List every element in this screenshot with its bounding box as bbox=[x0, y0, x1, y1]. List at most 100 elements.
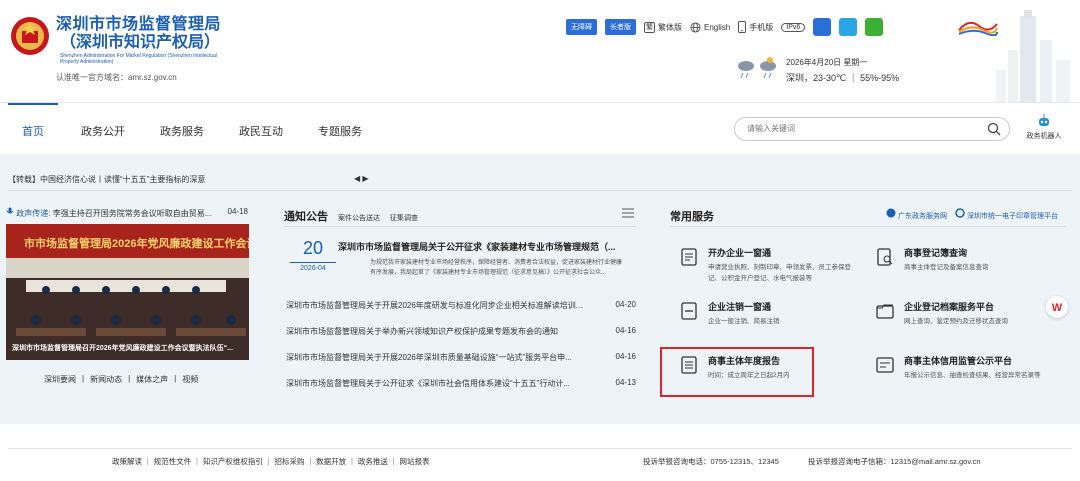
barrier-free-button[interactable]: 无障碍 bbox=[566, 19, 597, 35]
ipv6-badge: IPv6 bbox=[781, 22, 806, 32]
nav-special-services[interactable]: 专题服务 bbox=[318, 123, 362, 139]
service-card-deregistration[interactable]: 企业注销一窗通 企业一般注销、简易注销 bbox=[672, 296, 862, 352]
photo-banner-text: 市市场监督管理局2026年党风廉政建设工作会议 bbox=[24, 238, 249, 250]
traditional-chinese-icon: 繁 bbox=[644, 21, 655, 33]
service-card-archive-platform[interactable]: 企业登记档案服务平台 网上查询、鉴定预约及迁移状态查询 bbox=[868, 296, 1058, 352]
tab-separator: | bbox=[174, 374, 177, 383]
wechat-icon[interactable] bbox=[865, 18, 884, 36]
gov-robot-button[interactable]: 政务机器人 bbox=[1024, 113, 1064, 141]
notice-header: 通知公告 案件公告送达 征集调查 bbox=[284, 208, 418, 224]
nav-home[interactable]: 首页 bbox=[22, 123, 44, 139]
search-box bbox=[734, 117, 1010, 141]
list-item-title: 深圳市市场监督管理局关于公开征求《深圳市社会信用体系建设“十五五”行动计... bbox=[286, 379, 570, 388]
site-subtitle[interactable]: （深圳市知识产权局） bbox=[60, 34, 220, 52]
gov-voice-label: 政声传递: bbox=[16, 209, 51, 218]
list-item-title: 深圳市市场监督管理局关于开展2026年度研发与标准化同步企业相关标准解读培训..… bbox=[286, 301, 583, 310]
elder-version-button[interactable]: 长者版 bbox=[605, 19, 636, 35]
news-photo[interactable]: 市市场监督管理局2026年党风廉政建设工作会议 深圳市市场监督管理局召开2026… bbox=[6, 224, 249, 360]
gd-gov-icon bbox=[886, 208, 896, 218]
gd-gov-service-link[interactable]: 广东政务服务网 bbox=[886, 208, 947, 221]
deregister-icon bbox=[681, 302, 697, 320]
list-item-date: 04-20 bbox=[615, 300, 636, 309]
footer-phone: 投诉举报咨询电话：0755-12315、12345 bbox=[643, 457, 779, 466]
tab-media-voice[interactable]: 媒体之声 bbox=[136, 374, 168, 385]
service-card-open-business[interactable]: 开办企业一窗通 申请营业执照、刻制印章、申领发票、员工参保登记、公积金开户登记、… bbox=[672, 242, 862, 298]
document-icon bbox=[681, 248, 697, 266]
footer-mail[interactable]: 投诉举报咨询电子信箱：12315@mail.amr.sz.gov.cn bbox=[808, 456, 981, 467]
tab-shenzhen-news[interactable]: 深圳要闻 bbox=[44, 374, 76, 385]
service-desc: 申请营业执照、刻制印章、申领发票、员工参保登记、公积金开户登记、水电气报装等 bbox=[708, 264, 851, 282]
sz-app-icon[interactable] bbox=[839, 18, 858, 36]
skyline-icon bbox=[996, 10, 1070, 102]
traditional-link[interactable]: 繁 繁体版 bbox=[644, 21, 682, 33]
divider bbox=[670, 226, 1066, 227]
notice-title[interactable]: 通知公告 bbox=[284, 208, 328, 224]
ticker-arrows[interactable]: ◀ ▶ bbox=[354, 174, 369, 183]
highlight-annotation bbox=[660, 347, 814, 397]
feature-notice-title[interactable]: 深圳市市场监督管理局关于公开征求《家装建材专业市场管理规范（... bbox=[338, 240, 628, 253]
service-name: 商事主体信用监管公示平台 bbox=[904, 356, 1013, 366]
nav-gov-services[interactable]: 政务服务 bbox=[160, 123, 204, 139]
service-name: 企业注销一窗通 bbox=[708, 302, 772, 312]
gov-app-icon[interactable] bbox=[813, 18, 832, 36]
tab-video[interactable]: 视频 bbox=[182, 374, 198, 385]
list-item[interactable]: 深圳市市场监督管理局关于举办新兴领域知识产权保护成果专题发布会的通知 04-16 bbox=[286, 326, 636, 352]
service-desc: 年报公示信息、抽查检查结果、经营异常名录等 bbox=[904, 372, 1041, 379]
list-item-date: 04-16 bbox=[615, 352, 636, 361]
mobile-link[interactable]: 手机版 bbox=[738, 21, 773, 33]
divider bbox=[8, 190, 1072, 191]
w-logo-icon: W bbox=[1052, 302, 1063, 314]
search-input[interactable] bbox=[747, 124, 977, 133]
service-desc: 网上查询、鉴定预约及迁移状态查询 bbox=[904, 318, 1008, 325]
gd-gov-service-label: 广东政务服务网 bbox=[898, 213, 948, 220]
traditional-label: 繁体版 bbox=[658, 22, 682, 32]
e-seal-platform-link[interactable]: 深圳市统一电子印章管理平台 bbox=[955, 208, 1058, 221]
e-seal-icon bbox=[955, 208, 965, 218]
floating-action-button[interactable]: W bbox=[1046, 296, 1068, 318]
credit-icon bbox=[876, 357, 894, 373]
gov-voice-item[interactable]: 政声传递: 李强主持召开国务院常务会议听取自由贸易... 04-18 bbox=[6, 207, 250, 219]
list-item-date: 04-16 bbox=[615, 326, 636, 335]
divider bbox=[284, 226, 636, 227]
tab-news-updates[interactable]: 新闻动态 bbox=[90, 374, 122, 385]
list-item[interactable]: 深圳市市场监督管理局关于开展2026年深圳市质量基础设施“一站式”服务平台申..… bbox=[286, 352, 636, 378]
footer-links[interactable]: 政策解读 ｜ 规范性文件 ｜ 知识产权维权指引 ｜ 招标采购 ｜ 数据开放 ｜ … bbox=[112, 456, 430, 467]
feature-date: 20 2026-04 bbox=[290, 238, 336, 272]
site-title[interactable]: 深圳市市场监督管理局 bbox=[56, 16, 221, 34]
english-link[interactable]: English bbox=[690, 21, 731, 33]
official-domain: 认准唯一官方域名：amr.sz.gov.cn bbox=[56, 73, 177, 82]
search-document-icon bbox=[877, 248, 893, 266]
site-header: 深圳市市场监督管理局 （深圳市知识产权局） Shenzhen Administr… bbox=[0, 0, 1080, 102]
english-label: English bbox=[704, 22, 731, 32]
tab-case-notices[interactable]: 案件公告送达 bbox=[338, 213, 380, 223]
archive-icon bbox=[876, 304, 894, 319]
list-item-title: 深圳市市场监督管理局关于举办新兴领域知识产权保护成果专题发布会的通知 bbox=[286, 327, 558, 336]
weather-info: 深圳，23-30℃ ｜ 55%-95% bbox=[786, 73, 900, 83]
photo-caption: 深圳市市场监督管理局召开2026年党风廉政建设工作会议暨执法队伍“... bbox=[12, 345, 233, 352]
service-name: 开办企业一窗通 bbox=[708, 248, 772, 258]
divider bbox=[8, 448, 1072, 449]
robot-icon bbox=[1039, 114, 1049, 126]
search-icon[interactable] bbox=[987, 122, 1001, 136]
feature-month: 2026-04 bbox=[290, 262, 336, 272]
list-item[interactable]: 深圳市市场监督管理局关于公开征求《深圳市社会信用体系建设“十五五”行动计... … bbox=[286, 378, 636, 404]
nav-active-indicator bbox=[8, 103, 58, 105]
list-item[interactable]: 深圳市市场监督管理局关于开展2026年度研发与标准化同步企业相关标准解读培训..… bbox=[286, 300, 636, 326]
tab-surveys[interactable]: 征集调查 bbox=[390, 213, 418, 223]
service-card-credit-platform[interactable]: 商事主体信用监管公示平台 年报公示信息、抽查检查结果、经营异常名录等 bbox=[868, 350, 1058, 406]
nav-interaction[interactable]: 政民互动 bbox=[239, 123, 283, 139]
service-card-registry-query[interactable]: 商事登记簿查询 商事主体登记及备案信息查询 bbox=[868, 242, 1058, 298]
news-ticker[interactable]: 【转载】中国经济信心说丨读懂“十五五”主要指标的深意 bbox=[8, 174, 205, 185]
service-name: 商事登记簿查询 bbox=[904, 248, 968, 258]
e-seal-platform-label: 深圳市统一电子印章管理平台 bbox=[967, 213, 1058, 220]
menu-icon[interactable] bbox=[622, 208, 634, 218]
services-links: 广东政务服务网 深圳市统一电子印章管理平台 bbox=[886, 208, 1058, 221]
nav-gov-affairs-open[interactable]: 政务公开 bbox=[81, 123, 125, 139]
svg-text:W: W bbox=[1052, 302, 1063, 314]
tab-separator: | bbox=[82, 374, 85, 383]
gov-voice-date: 04-18 bbox=[227, 207, 248, 216]
site-footer: 政策解读 ｜ 规范性文件 ｜ 知识产权维权指引 ｜ 招标采购 ｜ 数据开放 ｜ … bbox=[0, 424, 1080, 481]
national-emblem-icon bbox=[11, 17, 49, 55]
tab-separator: | bbox=[128, 374, 131, 383]
news-tabs: 深圳要闻 | 新闻动态 | 媒体之声 | 视频 bbox=[44, 374, 198, 385]
